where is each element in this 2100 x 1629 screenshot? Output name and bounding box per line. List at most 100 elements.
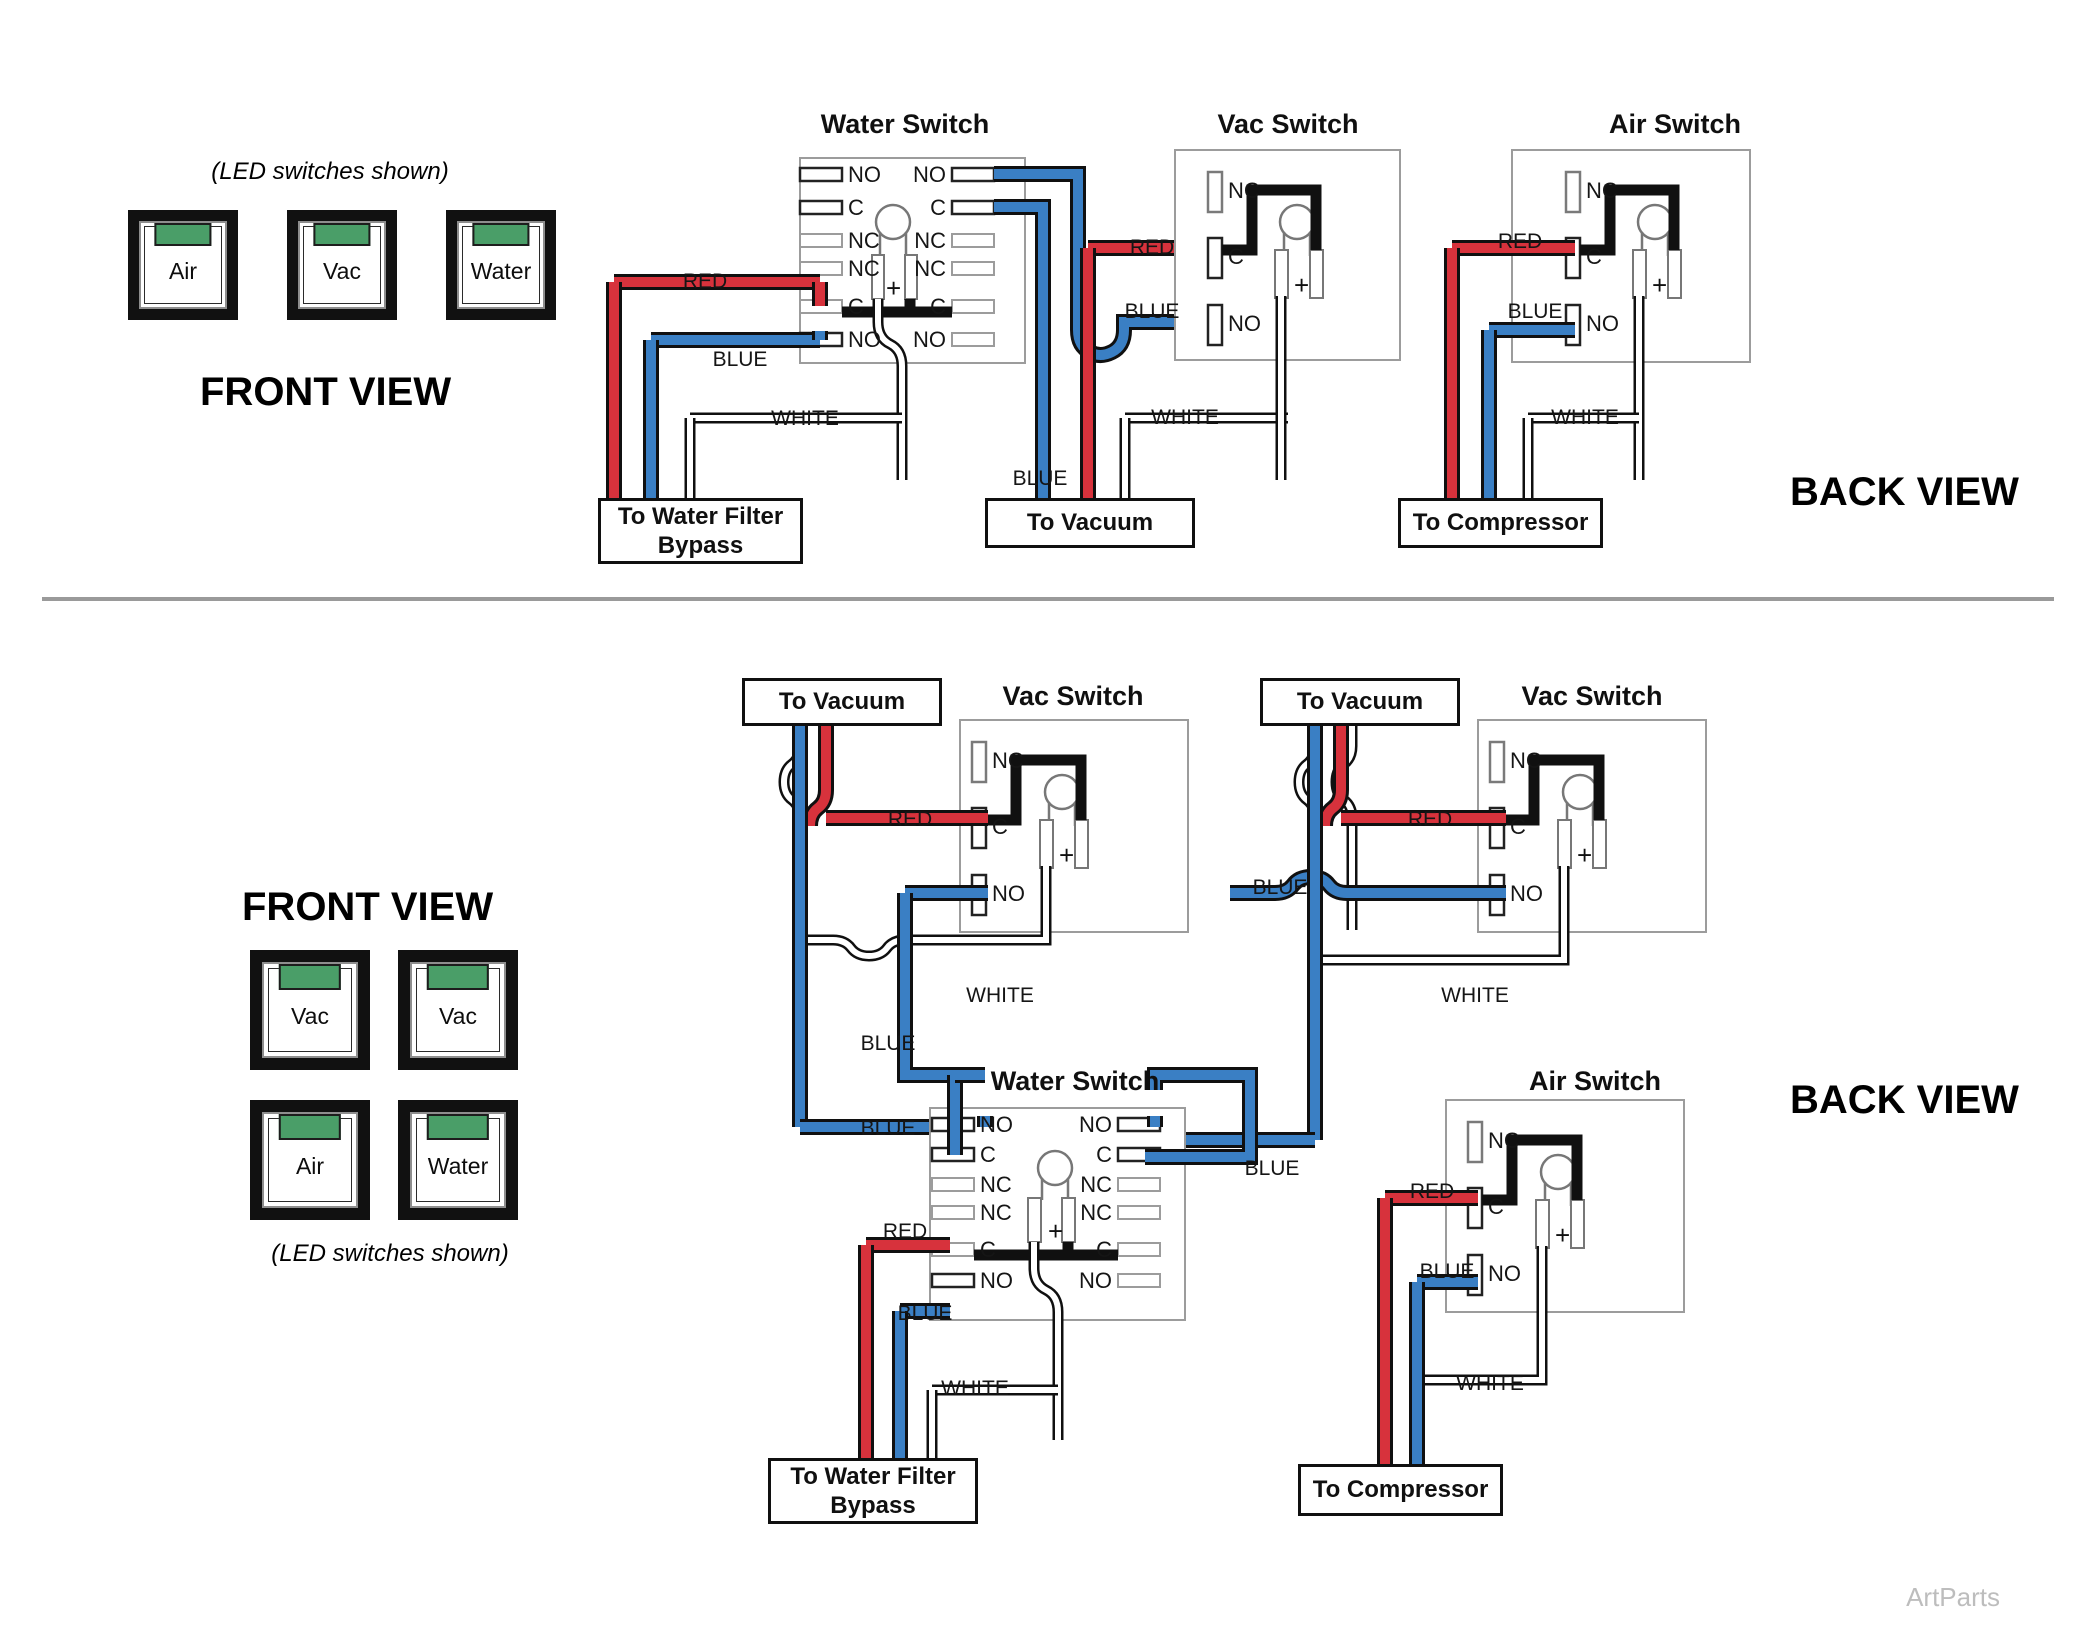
- dest-box-water-filter-bypass: To Water Filter Bypass: [598, 498, 803, 564]
- terminal-label: NO: [1079, 1112, 1112, 1137]
- wire-label: WHITE: [1441, 984, 1509, 1007]
- terminal-label: NO: [992, 881, 1025, 906]
- wire-label: RED: [1130, 236, 1174, 259]
- terminal-label: NO: [1488, 1261, 1521, 1286]
- top-front-view-title: FRONT VIEW: [200, 370, 452, 414]
- terminal-label: NC: [914, 256, 946, 281]
- dest-box-water-filter-bypass: To Water Filter Bypass: [768, 1458, 978, 1524]
- terminal-label: NC: [980, 1172, 1012, 1197]
- terminal-label: C: [1488, 1194, 1504, 1219]
- front-switch-label: Vac: [323, 258, 361, 285]
- terminal-label: NC: [1488, 1128, 1520, 1153]
- wire-label: BLUE: [1125, 300, 1180, 323]
- dest-box-vacuum-right: To Vacuum: [1260, 678, 1460, 726]
- bottom-vac-left-title: Vac Switch: [1002, 681, 1143, 711]
- terminal-label: NC: [848, 228, 880, 253]
- led-indicator: [313, 223, 371, 247]
- terminal-label: C: [1586, 244, 1602, 269]
- terminal-label: C: [848, 294, 864, 319]
- terminal-label: NC: [1510, 748, 1542, 773]
- front-switch-label: Water: [427, 1152, 489, 1179]
- led-indicator: [278, 964, 342, 990]
- dest-box-vacuum: To Vacuum: [985, 498, 1195, 548]
- wire-label: WHITE: [1151, 406, 1219, 429]
- lamp-plus-label: +: [886, 273, 901, 303]
- wire-label: BLUE: [861, 1117, 916, 1140]
- terminal-label: NO: [913, 327, 946, 352]
- terminal-label: C: [980, 1142, 996, 1167]
- terminal-label: NO: [1510, 881, 1543, 906]
- front-switch-vac[interactable]: Vac: [287, 210, 397, 320]
- terminal-label: NO: [913, 162, 946, 187]
- bottom-back-view-title: BACK VIEW: [1790, 1078, 2019, 1122]
- terminal-label: NO: [980, 1112, 1013, 1137]
- wire-label: WHITE: [771, 407, 839, 430]
- wire-label: BLUE: [1245, 1157, 1300, 1180]
- top-back-view-title: BACK VIEW: [1790, 470, 2019, 514]
- dest-box-compressor: To Compressor: [1298, 1464, 1503, 1516]
- terminal-label: NO: [848, 162, 881, 187]
- front-switch-label: Vac: [439, 1002, 477, 1029]
- wire-label: WHITE: [941, 1377, 1009, 1400]
- wire-label: RED: [683, 270, 727, 293]
- led-indicator: [426, 964, 490, 990]
- wire-label: RED: [883, 1220, 927, 1243]
- section-divider: [42, 597, 2054, 601]
- terminal-label: C: [1510, 814, 1526, 839]
- lamp-plus-label: +: [1294, 270, 1309, 300]
- wire-label: BLUE: [1420, 1260, 1475, 1283]
- wire-label: BLUE: [1508, 300, 1563, 323]
- terminal-label: NC: [848, 256, 880, 281]
- wire-label: RED: [888, 808, 932, 831]
- lamp-plus-label: +: [1059, 840, 1074, 870]
- wire-label: BLUE: [1013, 467, 1068, 490]
- terminal-label: NO: [1586, 311, 1619, 336]
- front-switch-water[interactable]: Water: [398, 1100, 518, 1220]
- terminal-label: C: [1096, 1237, 1112, 1262]
- terminal-label: C: [1228, 244, 1244, 269]
- front-switch-label: Air: [168, 258, 198, 285]
- top-vac-switch-title: Vac Switch: [1217, 109, 1358, 139]
- terminal-label: NC: [1080, 1172, 1112, 1197]
- wire-label: BLUE: [898, 1302, 953, 1325]
- front-switch-vac-1[interactable]: Vac: [250, 950, 370, 1070]
- wire-label: WHITE: [966, 984, 1034, 1007]
- front-switch-vac-2[interactable]: Vac: [398, 950, 518, 1070]
- wire-label: BLUE: [713, 348, 768, 371]
- lamp-plus-label: +: [1048, 1216, 1063, 1246]
- wire-label: BLUE: [1253, 876, 1308, 899]
- lamp-plus-label: +: [1577, 840, 1592, 870]
- terminal-label: C: [930, 294, 946, 319]
- terminal-label: NO: [1228, 311, 1261, 336]
- wire-label: WHITE: [1551, 406, 1619, 429]
- terminal-label: NC: [1586, 178, 1618, 203]
- terminal-label: C: [848, 195, 864, 220]
- bottom-led-note: (LED switches shown): [271, 1240, 509, 1267]
- terminal-label: NO: [980, 1268, 1013, 1293]
- diagram-canvas: Water Switch Vac Switch Air Switch NO C …: [0, 0, 2100, 1629]
- terminal-label: NC: [980, 1200, 1012, 1225]
- terminal-label: NC: [1228, 178, 1260, 203]
- terminal-label: C: [1096, 1142, 1112, 1167]
- wire-label: RED: [1410, 1180, 1454, 1203]
- wire-label: WHITE: [1456, 1372, 1524, 1395]
- terminal-label: NC: [992, 748, 1024, 773]
- terminal-label: C: [992, 814, 1008, 839]
- bottom-water-switch-title: Water Switch: [991, 1066, 1160, 1096]
- dest-box-compressor: To Compressor: [1398, 498, 1603, 548]
- dest-box-vacuum-left: To Vacuum: [742, 678, 942, 726]
- lamp-plus-label: +: [1652, 270, 1667, 300]
- led-indicator: [278, 1114, 342, 1140]
- top-water-switch-title: Water Switch: [821, 109, 990, 139]
- front-switch-air[interactable]: Air: [250, 1100, 370, 1220]
- front-switch-label: Water: [470, 258, 532, 285]
- terminal-label: NO: [1079, 1268, 1112, 1293]
- wire-label: BLUE: [861, 1032, 916, 1055]
- bottom-air-switch-title: Air Switch: [1529, 1066, 1661, 1096]
- front-switch-air[interactable]: Air: [128, 210, 238, 320]
- bottom-front-view-title: FRONT VIEW: [242, 885, 494, 929]
- lamp-plus-label: +: [1555, 1220, 1570, 1250]
- bottom-vac-right-title: Vac Switch: [1521, 681, 1662, 711]
- top-led-note: (LED switches shown): [211, 158, 449, 185]
- front-switch-water[interactable]: Water: [446, 210, 556, 320]
